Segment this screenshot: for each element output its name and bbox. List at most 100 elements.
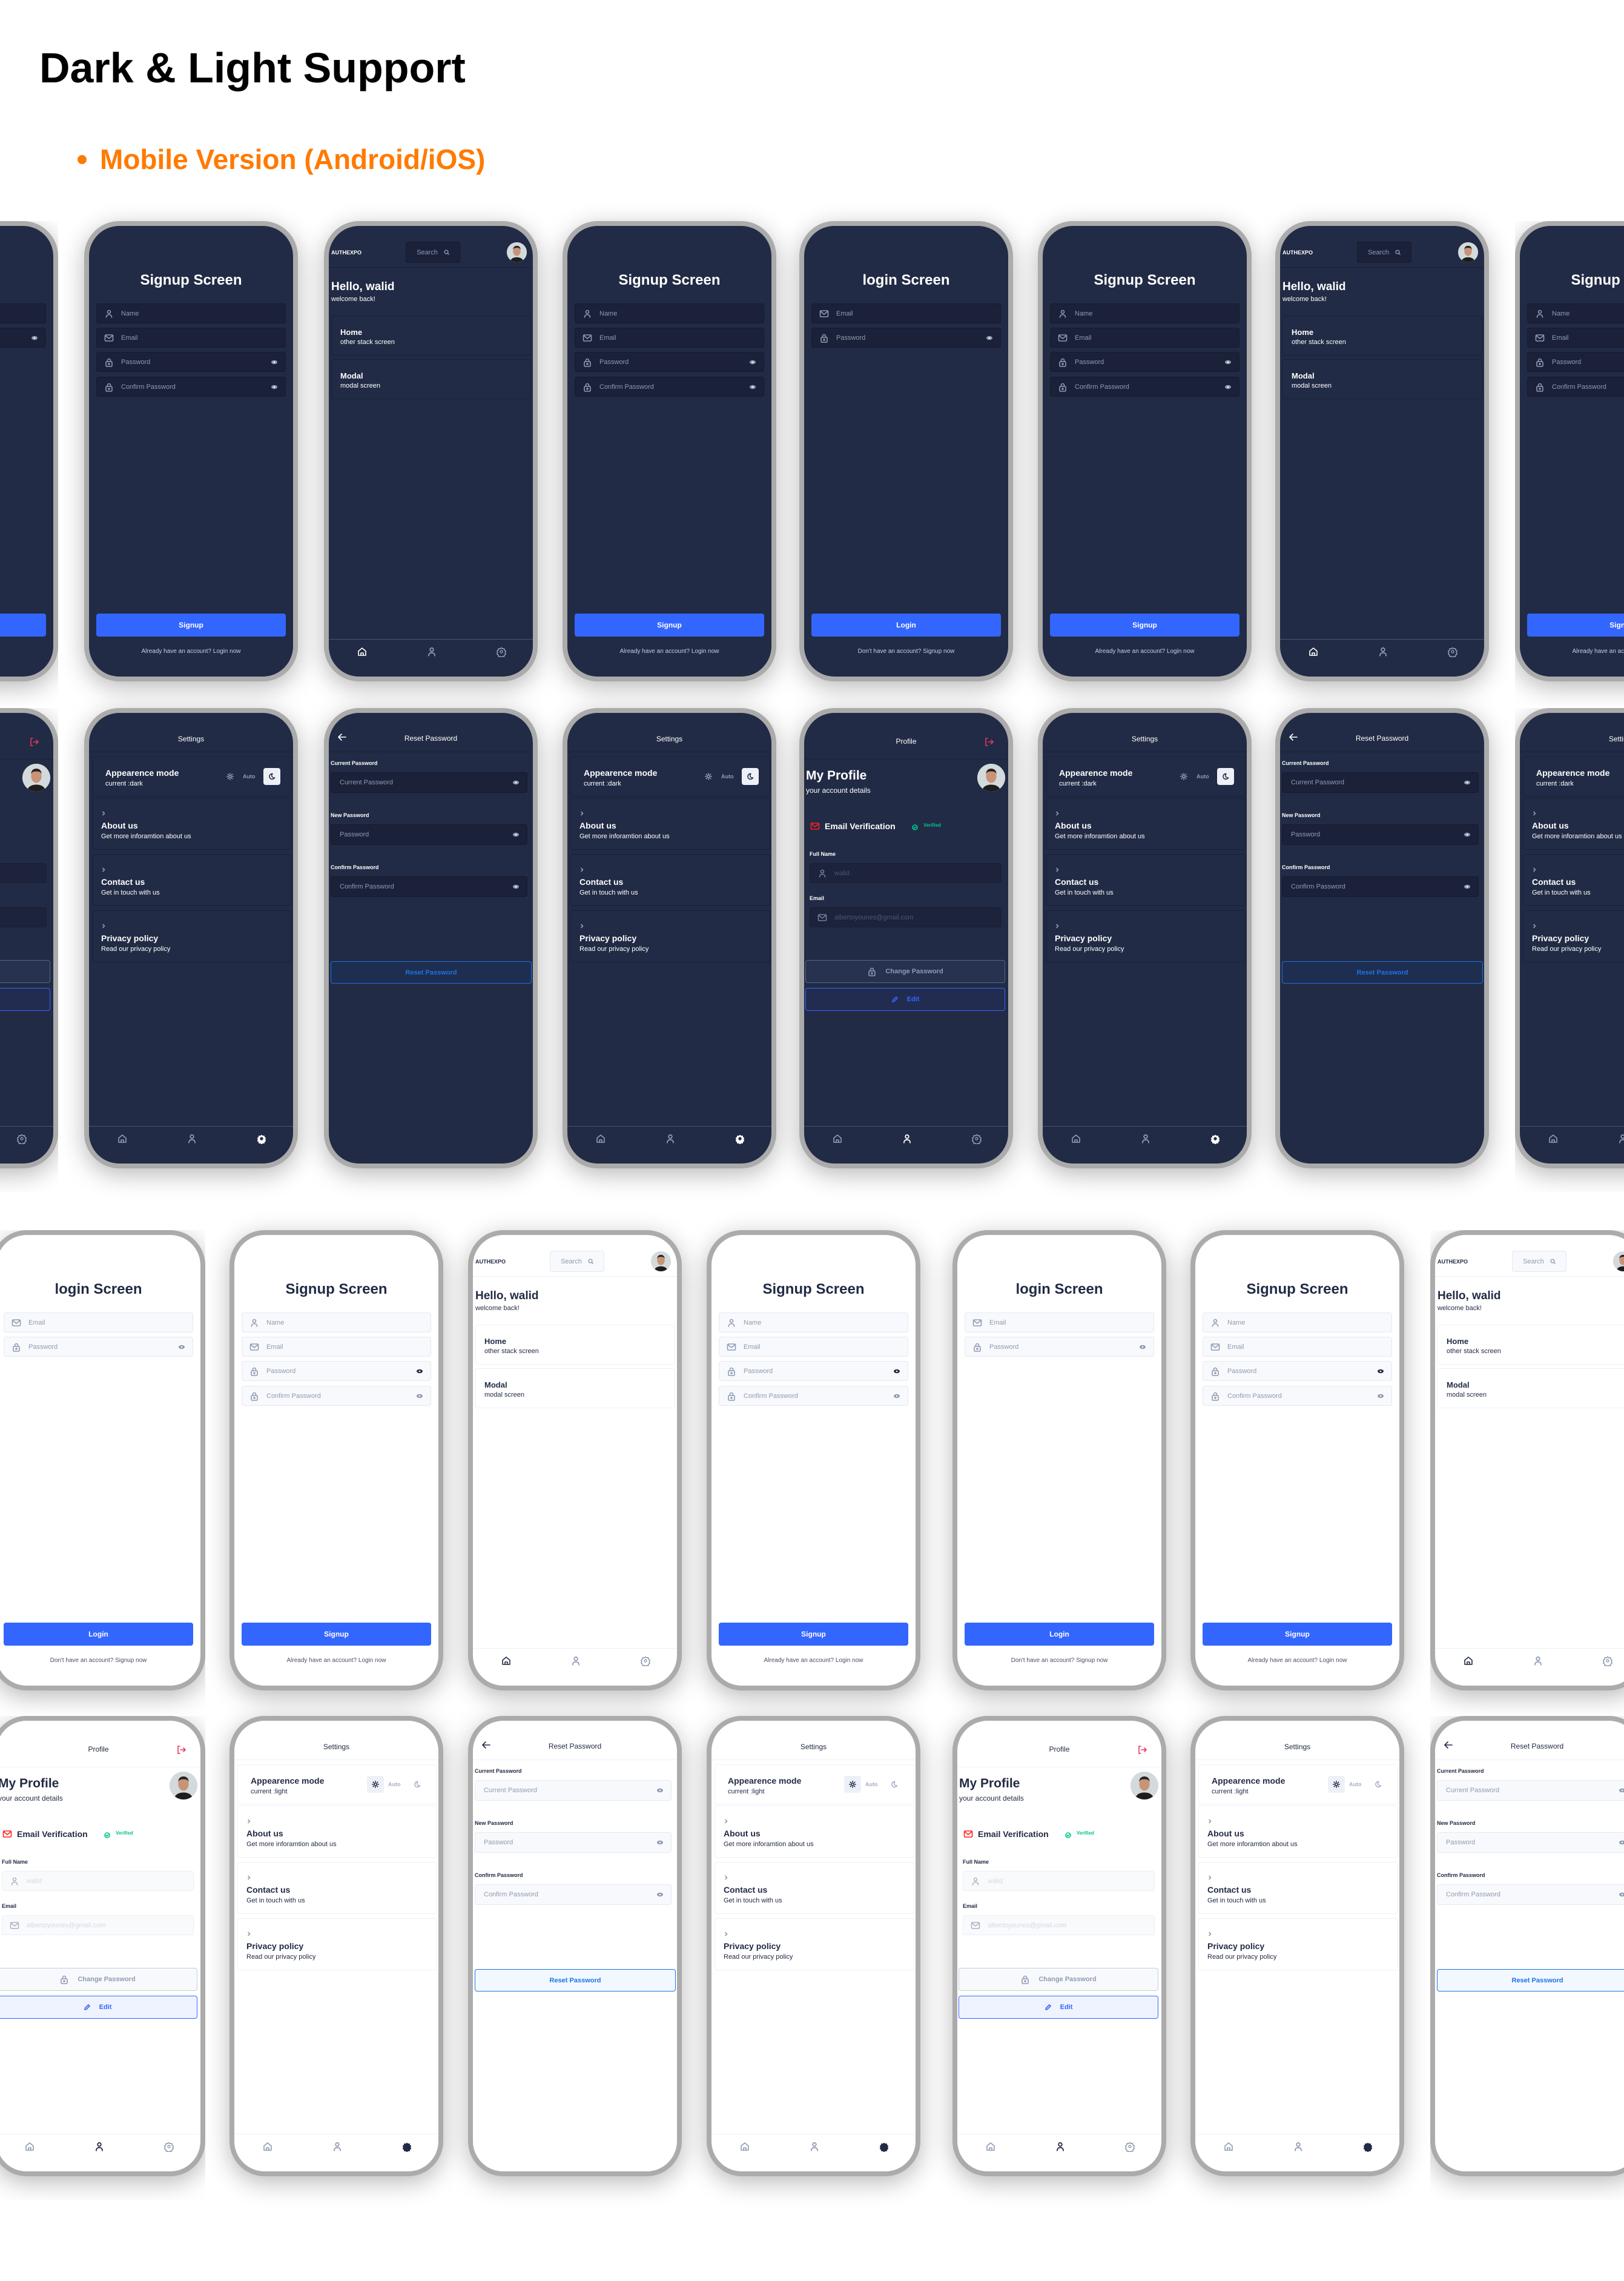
signup-link[interactable]: Don't have an account? Signup now: [957, 1657, 1161, 1664]
signup-button[interactable]: Signup: [242, 1623, 431, 1646]
tab-settings[interactable]: [1602, 1655, 1613, 1667]
text-input[interactable]: Email: [96, 328, 286, 348]
tab-settings[interactable]: [1210, 1133, 1221, 1145]
settings-item[interactable]: Privacy policy Read our privacy policy: [92, 910, 292, 962]
logout-icon[interactable]: [30, 737, 39, 747]
tab-home[interactable]: [985, 2141, 996, 2152]
dark-mode-button[interactable]: [742, 768, 759, 785]
text-input[interactable]: Password: [811, 328, 1001, 348]
tab-profile[interactable]: [1140, 1133, 1151, 1144]
settings-item[interactable]: Contact us Get in touch with us: [1046, 854, 1246, 906]
dark-mode-button[interactable]: [1370, 1776, 1387, 1793]
tab-profile[interactable]: [1533, 1655, 1543, 1666]
login-button[interactable]: Login: [4, 1623, 193, 1646]
text-input[interactable]: Email: [1050, 328, 1239, 348]
tab-home[interactable]: [595, 1133, 606, 1144]
settings-item[interactable]: Privacy policy Read our privacy policy: [1046, 910, 1246, 962]
text-input[interactable]: Password: [719, 1361, 908, 1381]
text-input[interactable]: Current Password: [1437, 1780, 1624, 1801]
tab-profile[interactable]: [665, 1133, 676, 1144]
auto-mode-button[interactable]: Auto: [1349, 1781, 1362, 1787]
text-input[interactable]: Password: [1527, 352, 1624, 372]
eye-icon[interactable]: [893, 1368, 900, 1375]
text-input[interactable]: Name: [1050, 303, 1239, 323]
settings-item[interactable]: About us Get more inforamtion about us: [715, 1806, 914, 1858]
eye-icon[interactable]: [1377, 1392, 1384, 1400]
tab-profile[interactable]: [902, 1133, 913, 1144]
tab-settings[interactable]: [734, 1133, 745, 1145]
text-input[interactable]: Current Password: [1282, 772, 1479, 793]
auto-mode-button[interactable]: Auto: [243, 773, 256, 780]
eye-icon[interactable]: [31, 334, 38, 342]
text-input[interactable]: Password: [1437, 1832, 1624, 1853]
tab-settings[interactable]: [1362, 2141, 1373, 2153]
tab-settings[interactable]: [16, 1133, 27, 1145]
text-input[interactable]: Name: [575, 303, 764, 323]
eye-icon[interactable]: [512, 779, 520, 786]
dark-mode-button[interactable]: [1217, 768, 1234, 785]
edit-button[interactable]: Edit: [805, 988, 1005, 1011]
full-name-field[interactable]: walid: [2, 1871, 194, 1891]
light-mode-button[interactable]: [222, 768, 239, 785]
text-input[interactable]: Confirm Password: [1527, 377, 1624, 397]
signup-button[interactable]: Signup: [96, 614, 286, 637]
auto-mode-button[interactable]: Auto: [865, 1781, 878, 1787]
reset-password-button[interactable]: Reset Password: [331, 961, 532, 984]
light-mode-button[interactable]: [367, 1776, 384, 1793]
nav-card[interactable]: Modal modal screen: [1438, 1368, 1624, 1408]
tab-profile[interactable]: [426, 646, 437, 657]
login-link[interactable]: Already have an account? Login now: [1043, 648, 1247, 655]
text-input[interactable]: Password: [1050, 352, 1239, 372]
signup-button[interactable]: Signup: [1050, 614, 1239, 637]
text-input[interactable]: Password: [4, 1337, 193, 1357]
nav-card[interactable]: Modal modal screen: [1282, 359, 1482, 399]
settings-item[interactable]: Privacy policy Read our privacy policy: [1523, 910, 1624, 962]
tab-home[interactable]: [1223, 2141, 1234, 2152]
text-input[interactable]: Email: [242, 1337, 431, 1357]
nav-card[interactable]: Home other stack screen: [331, 316, 531, 356]
eye-icon[interactable]: [271, 383, 278, 391]
avatar[interactable]: [651, 1251, 671, 1271]
nav-card[interactable]: Modal modal screen: [475, 1368, 675, 1408]
auto-mode-button[interactable]: Auto: [721, 773, 734, 780]
settings-item[interactable]: Contact us Get in touch with us: [237, 1862, 437, 1914]
auto-mode-button[interactable]: Auto: [1197, 773, 1209, 780]
eye-icon[interactable]: [1619, 1787, 1624, 1794]
tab-home[interactable]: [1463, 1655, 1474, 1666]
eye-icon[interactable]: [512, 831, 520, 838]
edit-button[interactable]: Edit: [0, 1996, 197, 2019]
settings-item[interactable]: About us Get more inforamtion about us: [1198, 1806, 1398, 1858]
settings-item[interactable]: About us Get more inforamtion about us: [1523, 798, 1624, 850]
tab-profile[interactable]: [1617, 1133, 1624, 1144]
eye-icon[interactable]: [1224, 359, 1232, 366]
tab-settings[interactable]: [401, 2141, 412, 2153]
tab-profile[interactable]: [809, 2141, 820, 2152]
eye-icon[interactable]: [656, 1891, 664, 1898]
tab-home[interactable]: [1308, 646, 1319, 657]
text-input[interactable]: Password: [0, 328, 46, 348]
light-mode-button[interactable]: [700, 768, 717, 785]
tab-home[interactable]: [1071, 1133, 1081, 1144]
text-input[interactable]: Email: [811, 303, 1001, 323]
settings-item[interactable]: About us Get more inforamtion about us: [570, 798, 770, 850]
text-input[interactable]: Confirm Password: [575, 377, 764, 397]
login-button[interactable]: Login: [0, 614, 46, 637]
signup-link[interactable]: Don't have an account? Signup now: [804, 648, 1008, 655]
change-password-button[interactable]: Change Password: [0, 1968, 197, 1991]
settings-item[interactable]: About us Get more inforamtion about us: [1046, 798, 1246, 850]
text-input[interactable]: Email: [1203, 1337, 1392, 1357]
text-input[interactable]: Password: [475, 1832, 672, 1853]
text-input[interactable]: Email: [965, 1313, 1154, 1333]
eye-icon[interactable]: [749, 359, 756, 366]
signup-button[interactable]: Signup: [719, 1623, 908, 1646]
avatar[interactable]: [1458, 242, 1478, 262]
eye-icon[interactable]: [1224, 383, 1232, 391]
signup-button[interactable]: Signup: [1203, 1623, 1392, 1646]
full-name-field[interactable]: walid: [810, 863, 1002, 883]
avatar[interactable]: [1613, 1251, 1624, 1271]
text-input[interactable]: Confirm Password: [331, 876, 527, 897]
login-link[interactable]: Already have an account? Login now: [1195, 1657, 1399, 1664]
text-input[interactable]: Email: [0, 303, 46, 323]
logout-icon[interactable]: [985, 737, 994, 747]
tab-home[interactable]: [1548, 1133, 1559, 1144]
